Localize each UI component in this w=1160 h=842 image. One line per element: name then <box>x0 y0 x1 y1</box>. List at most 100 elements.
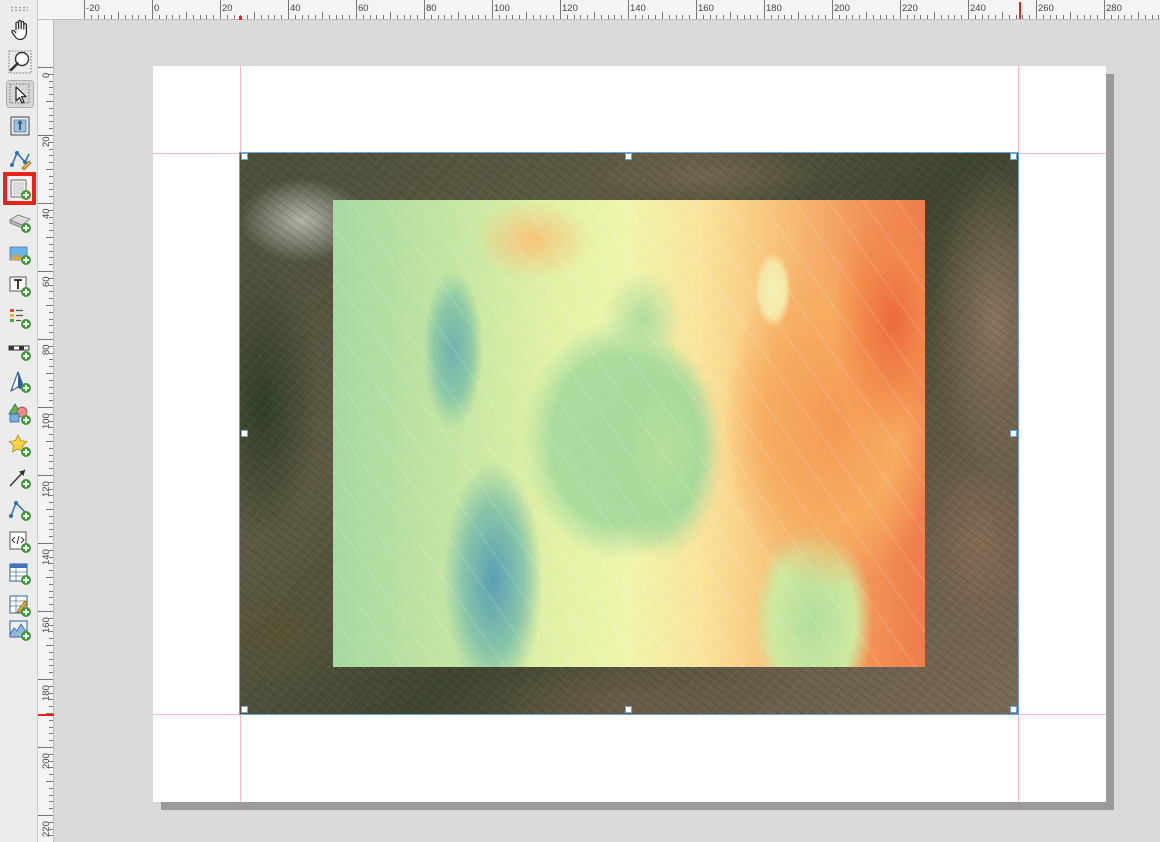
add-map-icon <box>10 179 31 200</box>
ruler-tick <box>600 15 602 19</box>
ruler-tick <box>1049 15 1051 19</box>
ruler-tick <box>49 366 53 368</box>
ruler-tick <box>777 15 779 19</box>
ruler-tick <box>49 808 53 810</box>
add-shape-tool-button[interactable] <box>6 400 34 428</box>
ruler-tick <box>38 339 53 340</box>
ruler-tick <box>49 318 53 320</box>
ruler-tick <box>49 665 53 667</box>
resize-handle-bottom[interactable] <box>625 706 632 713</box>
ruler-tick <box>437 15 439 19</box>
ruler-tick <box>49 638 53 640</box>
select-move-tool-button[interactable] <box>6 80 34 108</box>
ruler-label: 200 <box>834 3 850 14</box>
zoom-tool-button[interactable] <box>6 48 34 76</box>
ruler-tick <box>38 815 53 816</box>
ruler-tick <box>49 400 53 402</box>
ruler-tick <box>893 15 895 19</box>
ruler-tick <box>1042 15 1044 19</box>
ruler-label: 160 <box>698 3 714 14</box>
ruler-tick <box>49 454 53 456</box>
ruler-tick <box>46 781 53 782</box>
add-html-tool-button[interactable] <box>6 528 34 556</box>
add-scale-bar-tool-button[interactable] <box>6 336 34 364</box>
ruler-tick <box>46 509 53 510</box>
toolbar-grip[interactable] <box>10 6 28 12</box>
resize-handle-bottom-left[interactable] <box>241 706 248 713</box>
ruler-tick <box>49 651 53 653</box>
add-map-tool-button[interactable] <box>3 172 36 205</box>
ruler-tick <box>757 15 759 19</box>
ruler-tick <box>38 543 53 544</box>
ruler-tick <box>90 15 92 19</box>
pan-tool-button[interactable] <box>6 16 34 44</box>
ruler-tick <box>49 515 53 517</box>
add-marker-tool-button[interactable] <box>6 432 34 460</box>
ruler-tick <box>818 15 820 19</box>
ruler-tick <box>1104 0 1105 19</box>
ruler-tick <box>614 15 616 19</box>
ruler-tick <box>49 223 53 225</box>
map-item[interactable] <box>239 152 1019 715</box>
ruler-tick <box>444 15 446 19</box>
ruler-tick <box>607 15 609 19</box>
ruler-tick <box>233 15 235 19</box>
resize-handle-top-right[interactable] <box>1010 153 1017 160</box>
add-node-item-tool-button[interactable] <box>6 496 34 524</box>
ruler-tick <box>594 12 595 19</box>
add-3d-map-tool-button[interactable] <box>6 208 34 236</box>
ruler-tick <box>49 590 53 592</box>
add-3d-map-icon <box>9 214 31 233</box>
resize-handle-top[interactable] <box>625 153 632 160</box>
resize-handle-left[interactable] <box>241 430 248 437</box>
add-north-arrow-tool-button[interactable] <box>6 368 34 396</box>
horizontal-ruler[interactable]: -20 0 20 40 60 80 100 120 140 160 180 20… <box>38 0 1160 20</box>
add-legend-tool-button[interactable] <box>6 304 34 332</box>
ruler-tick <box>505 15 507 19</box>
add-label-tool-button[interactable] <box>6 272 34 300</box>
ruler-tick <box>825 15 827 19</box>
resize-handle-bottom-right[interactable] <box>1010 706 1017 713</box>
ruler-tick <box>730 12 731 19</box>
ruler-tick <box>1029 15 1031 19</box>
ruler-tick <box>675 15 677 19</box>
ruler-tick <box>49 787 53 789</box>
add-elevation-profile-tool-button[interactable] <box>6 616 34 644</box>
add-picture-tool-button[interactable] <box>6 240 34 268</box>
ruler-tick <box>49 597 53 599</box>
add-arrow-tool-button[interactable] <box>6 464 34 492</box>
ruler-tick <box>315 15 317 19</box>
add-legend-icon <box>10 309 31 329</box>
ruler-tick <box>46 373 53 374</box>
ruler-tick <box>49 325 53 327</box>
resize-handle-right[interactable] <box>1010 430 1017 437</box>
resize-handle-top-left[interactable] <box>241 153 248 160</box>
ruler-tick <box>38 203 53 204</box>
ruler-tick <box>49 583 53 585</box>
ruler-label: 180 <box>41 685 52 701</box>
ruler-tick <box>1090 15 1092 19</box>
add-attribute-table-tool-button[interactable] <box>6 560 34 588</box>
move-content-tool-button[interactable] <box>6 112 34 140</box>
ruler-tick <box>152 0 153 19</box>
ruler-tick <box>430 15 432 19</box>
ruler-tick <box>97 15 99 19</box>
vertical-ruler[interactable]: 0 20 40 60 80 100 120 140 160 180 200 22… <box>38 20 54 842</box>
ruler-tick <box>46 169 53 170</box>
ruler-tick <box>46 577 53 578</box>
ruler-tick <box>566 15 568 19</box>
ruler-tick <box>38 407 53 408</box>
ruler-tick <box>38 475 53 476</box>
ruler-tick <box>1002 12 1003 19</box>
ruler-tick <box>38 271 53 272</box>
ruler-tick <box>179 15 181 19</box>
add-arrow-icon <box>9 469 31 489</box>
ruler-tick <box>974 15 976 19</box>
ruler-tick <box>934 12 935 19</box>
edit-nodes-tool-button[interactable] <box>6 144 34 172</box>
ruler-label: 100 <box>41 413 52 429</box>
ruler-tick <box>46 237 53 238</box>
ruler-tick <box>512 15 514 19</box>
ruler-tick <box>811 15 813 19</box>
ruler-label: -20 <box>86 3 100 14</box>
